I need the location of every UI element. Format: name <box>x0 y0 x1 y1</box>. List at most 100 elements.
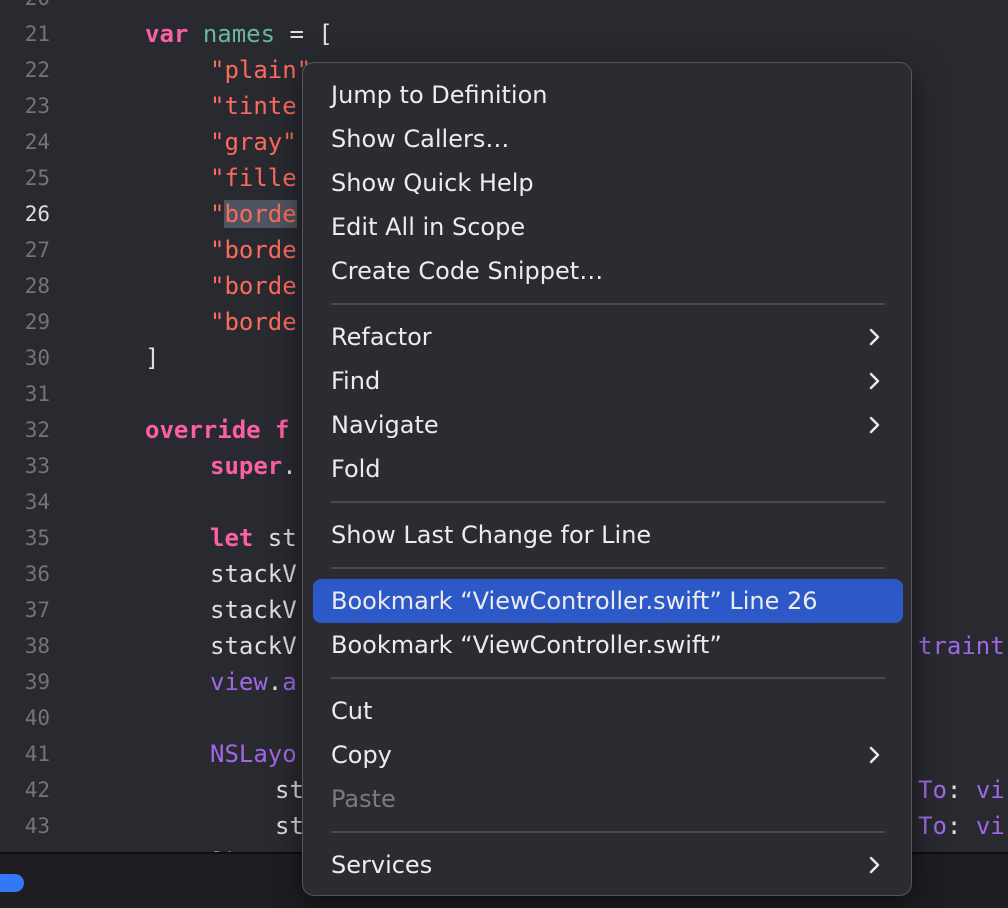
menu-item-cut[interactable]: Cut <box>313 689 903 733</box>
chevron-right-icon <box>869 746 880 764</box>
line-number: 29 <box>24 310 50 334</box>
code-text: "tinte <box>210 88 297 124</box>
code-token: borde <box>224 200 297 228</box>
code-token: super <box>210 452 283 480</box>
menu-separator <box>331 501 885 503</box>
menu-item-show-last-change[interactable]: Show Last Change for Line <box>313 513 903 557</box>
line-number: 41 <box>24 742 50 766</box>
code-text: "fille <box>210 160 297 196</box>
line-number: 25 <box>24 166 50 190</box>
menu-item-bookmark-line[interactable]: Bookmark “ViewController.swift” Line 26 <box>313 579 903 623</box>
code-token: stackV <box>210 596 297 624</box>
code-token: stackV <box>210 560 297 588</box>
menu-item-label: Bookmark “ViewController.swift” Line 26 <box>331 587 818 615</box>
menu-item-label: Show Callers… <box>331 125 510 153</box>
menu-item-label: Navigate <box>331 411 439 439</box>
chevron-right-icon <box>869 328 880 346</box>
code-token: . <box>282 452 297 480</box>
menu-item-label: Show Last Change for Line <box>331 521 652 549</box>
code-token: "fille <box>210 164 297 192</box>
code-text: var names = [ <box>145 16 333 52</box>
menu-item-refactor[interactable]: Refactor <box>313 315 903 359</box>
code-token: NSLayo <box>210 740 297 768</box>
chevron-right-icon <box>869 416 880 434</box>
code-token: To <box>918 812 947 840</box>
code-token: f <box>275 416 290 444</box>
menu-item-label: Paste <box>331 785 396 813</box>
code-token: "plain" <box>210 56 312 84</box>
line-number: 21 <box>24 22 50 46</box>
menu-item-label: Jump to Definition <box>331 81 548 109</box>
line-number: 37 <box>24 598 50 622</box>
code-token: view <box>210 668 268 696</box>
code-text: traint <box>918 628 1005 664</box>
code-token: = [ <box>275 20 333 48</box>
menu-item-label: Cut <box>331 697 373 725</box>
line-number: 31 <box>24 382 50 406</box>
menu-item-services[interactable]: Services <box>313 843 903 887</box>
code-text: "plain" <box>210 52 311 88</box>
code-token: : <box>946 812 976 840</box>
line-number: 39 <box>24 670 50 694</box>
menu-item-bookmark-file[interactable]: Bookmark “ViewController.swift” <box>313 623 903 667</box>
code-text: ] <box>145 340 159 376</box>
menu-item-navigate[interactable]: Navigate <box>313 403 903 447</box>
code-token: vi <box>975 812 1005 840</box>
code-text: NSLayo <box>210 736 297 772</box>
code-token: "gray" <box>210 128 297 156</box>
code-token: st <box>253 524 297 552</box>
status-indicator[interactable] <box>0 874 24 892</box>
code-token: " <box>210 200 225 228</box>
menu-item-label: Show Quick Help <box>331 169 534 197</box>
chevron-right-icon <box>869 372 880 390</box>
menu-separator <box>331 677 885 679</box>
menu-item-label: Refactor <box>331 323 432 351</box>
code-token: . <box>267 668 283 696</box>
line-number: 44 <box>0 844 50 852</box>
menu-item-copy[interactable]: Copy <box>313 733 903 777</box>
menu-item-label: Fold <box>331 455 381 483</box>
code-token: To <box>918 776 947 804</box>
menu-item-create-code-snippet[interactable]: Create Code Snippet… <box>313 249 903 293</box>
code-token: "borde <box>210 236 297 264</box>
line-number: 20 <box>0 0 50 16</box>
code-text: "borde <box>210 232 297 268</box>
menu-item-fold[interactable]: Fold <box>313 447 903 491</box>
code-text: "borde <box>210 196 297 232</box>
line-number: 35 <box>24 526 50 550</box>
code-text: "borde <box>210 304 297 340</box>
code-token: traint <box>918 632 1005 660</box>
menu-separator <box>331 303 885 305</box>
menu-item-show-callers[interactable]: Show Callers… <box>313 117 903 161</box>
code-text: stackV <box>210 556 297 592</box>
code-token: "tinte <box>210 92 297 120</box>
context-menu: Jump to Definition Show Callers… Show Quic… <box>302 62 912 896</box>
code-line[interactable]: 20 <box>0 0 1008 16</box>
code-text: stackV <box>210 592 297 628</box>
line-number: 22 <box>24 58 50 82</box>
line-number: 40 <box>24 706 50 730</box>
code-text: let st <box>210 520 297 556</box>
code-token: "borde <box>210 272 297 300</box>
line-number: 36 <box>24 562 50 586</box>
code-text: view.a <box>210 664 297 700</box>
menu-item-show-quick-help[interactable]: Show Quick Help <box>313 161 903 205</box>
menu-item-edit-all-in-scope[interactable]: Edit All in Scope <box>313 205 903 249</box>
code-line[interactable]: 21 var names = [ <box>0 16 1008 52</box>
menu-item-find[interactable]: Find <box>313 359 903 403</box>
menu-item-jump-to-definition[interactable]: Jump to Definition <box>313 73 903 117</box>
code-text: To: vi <box>918 808 1005 844</box>
code-token: names <box>202 20 276 48</box>
line-number: 27 <box>24 238 50 262</box>
line-number: 34 <box>24 490 50 514</box>
menu-item-label: Bookmark “ViewController.swift” <box>331 631 722 659</box>
code-text: "borde <box>210 268 297 304</box>
menu-item-label: Create Code Snippet… <box>331 257 604 285</box>
menu-separator <box>331 567 885 569</box>
code-text: ]) <box>210 844 239 852</box>
code-token: "borde <box>210 308 297 336</box>
code-token: vi <box>975 776 1005 804</box>
menu-item-paste: Paste <box>313 777 903 821</box>
